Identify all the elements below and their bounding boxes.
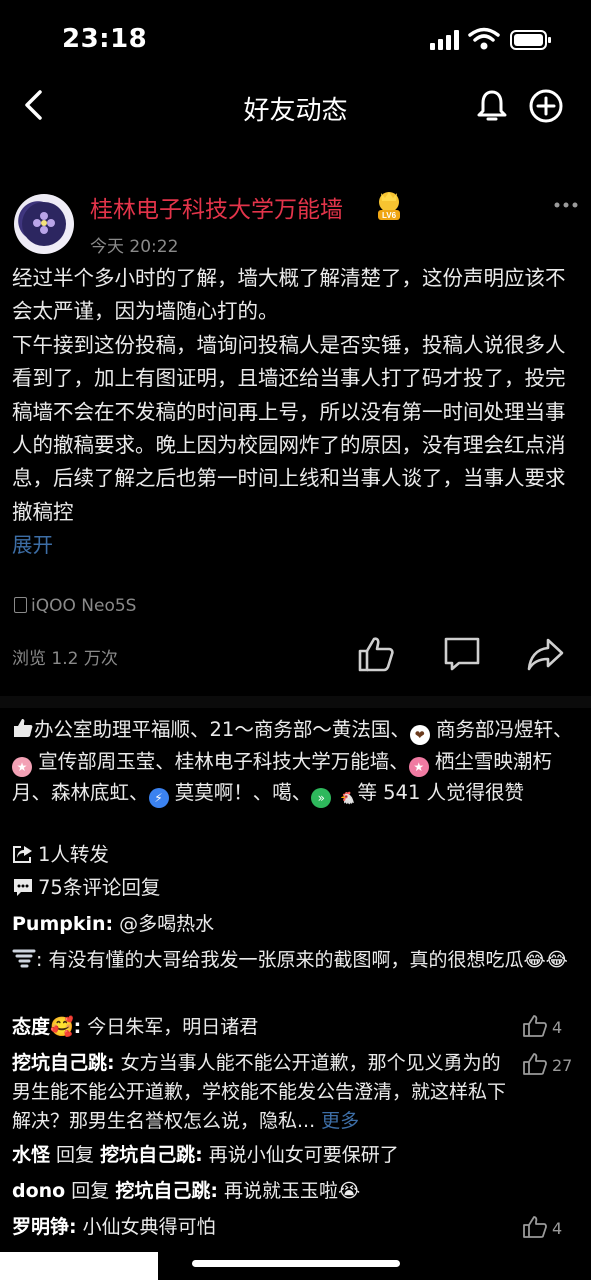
share-icon[interactable] [526,634,566,674]
battery-icon [510,30,551,50]
thumbs-up-icon [14,719,33,737]
level-badge-icon: LV6 [378,192,400,220]
comment-like[interactable]: 4 [522,1215,582,1241]
share-count[interactable]: 1人转发 [12,838,109,867]
home-indicator[interactable] [192,1260,400,1267]
wifi-icon [468,27,500,50]
like-icon [523,1216,547,1238]
status-time: 23:18 [62,24,148,54]
section-divider [0,696,591,708]
comment-like[interactable]: 27 [522,1052,582,1078]
like-icon [523,1015,547,1037]
more-link[interactable]: 更多 [315,1110,359,1132]
add-circle-icon[interactable] [528,88,564,124]
avatar[interactable] [14,194,74,254]
comment-count[interactable]: 75条评论回复 [12,871,160,900]
view-count: 浏览 1.2 万次 [12,649,118,669]
comment-item[interactable]: 罗明铮: 小仙女典得可怕 [12,1213,517,1242]
like-icon[interactable] [356,634,396,674]
star-badge-icon: ★ [408,756,429,777]
post-paragraph: 经过半个多小时的了解，墙大概了解清楚了，这份声明应该不会太严谨，因为墙随心打的。 [12,266,566,324]
post-paragraph: 下午接到这份投稿，墙询问投稿人是否实锤，投稿人说很多人看到了，加上有图证明，且墙… [12,332,566,524]
signal-icon [430,30,459,50]
comment-reply[interactable]: 水怪 回复 挖坑自己跳: 再说小仙女可要保研了 [12,1141,582,1170]
green-arrow-icon: » [311,788,332,808]
lightning-icon: ⚡ [148,788,169,808]
comment-item[interactable]: 态度🥰: 今日朱军，明日诸君 [12,1013,517,1042]
chicken-icon: 🐔 [339,791,355,805]
flower-icon [33,212,55,234]
comment-item[interactable]: : 有没有懂的大哥给我发一张原来的截图啊，真的很想吃瓜😂😂 [12,946,582,975]
star-badge-icon: ★ [12,756,32,777]
nav-bar: 好友动态 [0,76,591,136]
forward-icon [13,846,32,863]
comment-icon[interactable] [442,634,482,674]
bell-icon[interactable] [474,88,510,124]
keyboard-edge [0,1252,158,1280]
phone-icon [14,597,27,613]
likes-summary: 办公室助理平福顺、21～商务部～黄法国、 ❤ 商务部冯煜轩、★ 宣传部周玉莹、桂林… [12,714,582,809]
post-time: 今天 20:22 [90,237,179,257]
comment-bubble-icon [14,879,32,896]
post-author[interactable]: 桂林电子科技大学万能墙 [90,190,343,224]
comment-item[interactable]: Pumpkin: @多喝热水 [12,910,517,939]
post-content: 经过半个多小时的了解，墙大概了解清楚了，这份声明应该不会太严谨，因为墙随心打的。… [12,262,582,563]
more-options-icon[interactable] [554,200,578,210]
comment-like[interactable]: 4 [522,1014,582,1040]
comment-item[interactable]: 挖坑自己跳: 女方当事人能不能公开道歉，那个见义勇为的男生能不能公开道歉，学校能… [12,1049,517,1136]
device-label: iQOO Neo5S [14,596,136,616]
status-bar: 23:18 [0,0,591,80]
tornado-icon [12,949,36,968]
expand-link[interactable]: 展开 [12,529,582,562]
svg-text:LV6: LV6 [382,211,397,220]
heart-icon: ❤ [409,725,430,745]
like-icon [523,1053,547,1075]
comment-reply[interactable]: dono 回复 挖坑自己跳: 再说就玉玉啦😭 [12,1177,582,1206]
